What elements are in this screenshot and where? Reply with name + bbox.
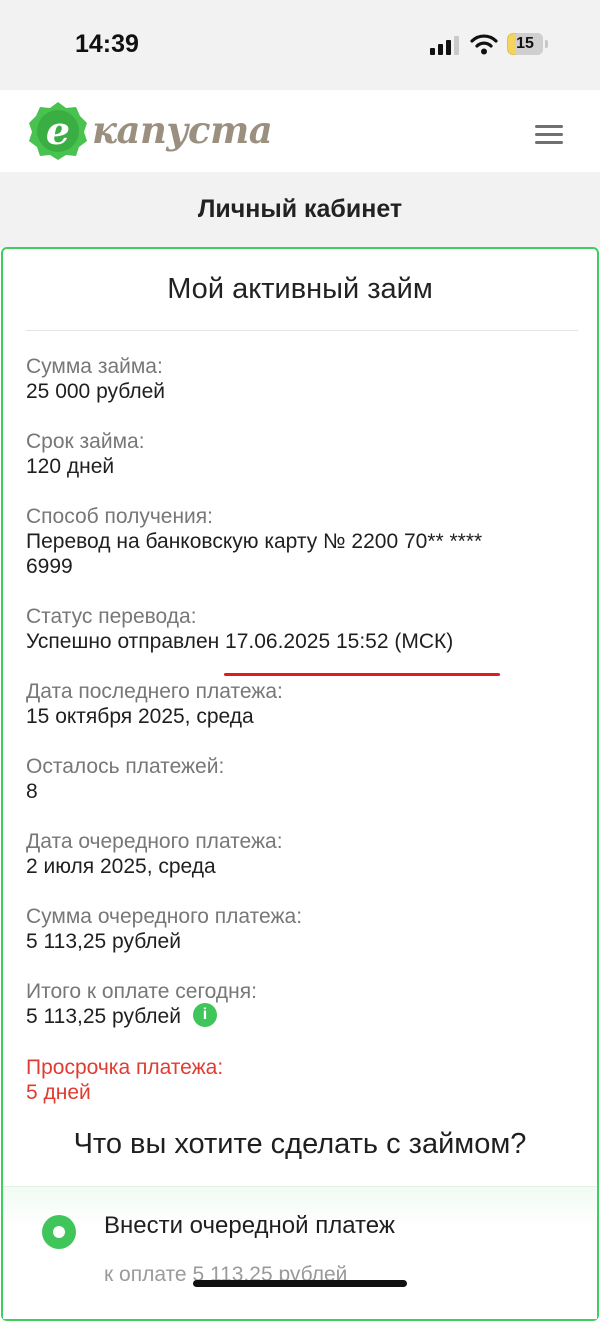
field-value: 5 113,25 рублей (26, 1005, 181, 1028)
cellular-signal-icon (430, 36, 459, 55)
option-label[interactable]: Внести очередной платеж (104, 1212, 395, 1240)
field-value: 120 дней (26, 455, 115, 478)
payment-option[interactable]: Внести очередной платеж к оплате 5 113,2… (3, 1186, 597, 1319)
field-value: 8 (26, 780, 38, 803)
field-next-payment-date: Дата очередного платежа: 2 июля 2025, ср… (26, 829, 571, 879)
battery-level: 15 (516, 35, 534, 52)
field-label: Итого к оплате сегодня: (26, 980, 257, 1003)
field-label: Сумма займа: (26, 355, 163, 378)
field-label: Осталось платежей: (26, 755, 225, 778)
field-value: 15 октября 2025, среда (26, 705, 254, 728)
field-label: Просрочка платежа: (26, 1056, 224, 1079)
field-label: Способ получения: (26, 505, 213, 528)
status-time: 14:39 (75, 30, 139, 58)
field-loan-term: Срок займа: 120 дней (26, 429, 571, 479)
logo-letter: e (46, 108, 70, 153)
page-title: Личный кабинет (197, 195, 403, 223)
field-loan-amount: Сумма займа: 25 000 рублей (26, 354, 571, 404)
field-label: Срок займа: (26, 430, 145, 453)
radio-selected[interactable] (42, 1215, 76, 1249)
field-value: 5 113,25 рублей (26, 930, 181, 953)
page-title-band: Личный кабинет (0, 172, 600, 248)
field-label: Статус перевода: (26, 605, 197, 628)
menu-line (535, 141, 563, 144)
field-receive-method: Способ получения: Перевод на банковскую … (26, 504, 571, 579)
radio-dot (53, 1226, 65, 1238)
battery-tip (545, 40, 548, 48)
field-label: Сумма очередного платежа: (26, 905, 303, 928)
action-question: Что вы хотите сделать с займом? (73, 1128, 527, 1160)
menu-line (535, 133, 563, 136)
field-total-due-today: Итого к оплате сегодня: 5 113,25 рублей i (26, 979, 571, 1029)
card-title: Мой активный займ (167, 273, 433, 305)
battery-icon: 15 (507, 33, 543, 55)
logo-icon[interactable]: e (28, 101, 88, 161)
field-value-line2: 6999 (26, 555, 73, 578)
field-payments-left: Осталось платежей: 8 (26, 754, 571, 804)
logo-text[interactable]: капуста (92, 108, 273, 152)
app-header: e капуста (0, 90, 600, 172)
status-bar: 14:39 15 (0, 0, 600, 90)
field-overdue: Просрочка платежа: 5 дней (26, 1055, 571, 1105)
field-label: Дата последнего платежа: (26, 680, 283, 703)
active-loan-card: Мой активный займ Сумма займа: 25 000 ру… (1, 247, 599, 1321)
field-transfer-status: Статус перевода: Успешно отправлен 17.06… (26, 604, 571, 654)
field-value: Успешно отправлен 17.06.2025 15:52 (МСК) (26, 630, 454, 653)
field-value-row: 5 113,25 рублей i (26, 1003, 571, 1029)
field-value: 25 000 рублей (26, 380, 165, 403)
info-icon[interactable]: i (192, 1003, 217, 1028)
red-underline-annotation (224, 673, 500, 676)
home-indicator[interactable] (193, 1280, 407, 1287)
field-value-line1: Перевод на банковскую карту № 2200 70** … (26, 530, 483, 553)
field-label: Дата очередного платежа: (26, 830, 283, 853)
field-last-payment-date: Дата последнего платежа: 15 октября 2025… (26, 679, 571, 729)
field-value: 2 июля 2025, среда (26, 855, 216, 878)
card-divider (26, 330, 578, 331)
hamburger-icon[interactable] (535, 123, 565, 147)
field-value: 5 дней (26, 1081, 91, 1104)
menu-line (535, 125, 563, 128)
field-next-payment-amount: Сумма очередного платежа: 5 113,25 рубле… (26, 904, 571, 954)
wifi-icon (470, 34, 498, 55)
